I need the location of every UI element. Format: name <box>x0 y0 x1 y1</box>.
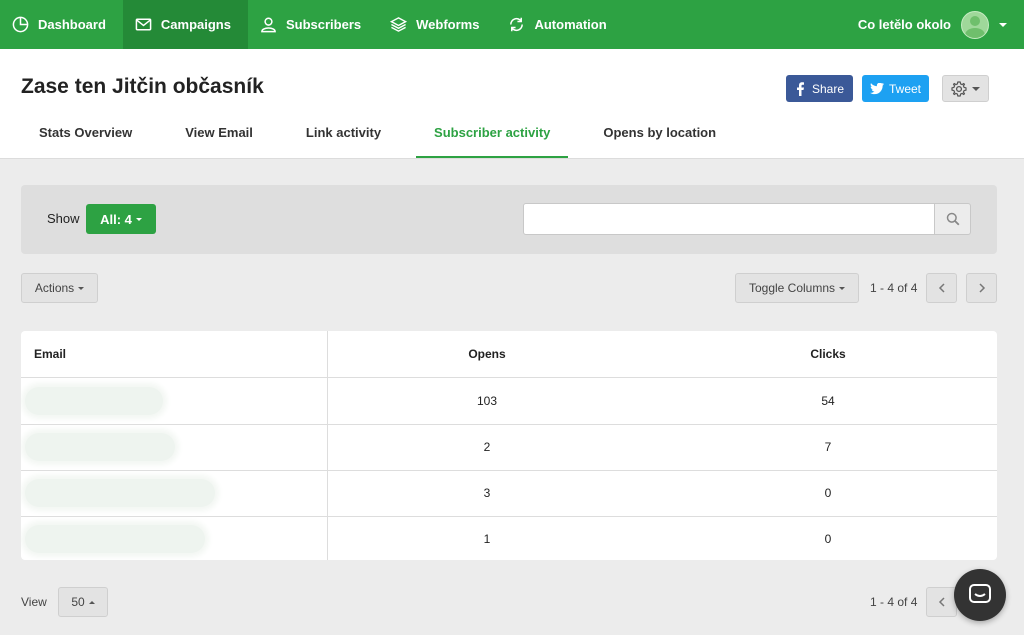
tweet-label: Tweet <box>888 81 921 96</box>
next-page-button[interactable] <box>966 273 997 303</box>
nav-subscribers[interactable]: Subscribers <box>248 0 378 49</box>
actions-dropdown[interactable]: Actions <box>21 273 98 303</box>
top-nav: Dashboard Campaigns Subscribers Webforms… <box>0 0 1024 49</box>
show-label: Show <box>47 211 80 226</box>
redacted-email <box>25 433 175 461</box>
tab-subscriber-activity[interactable]: Subscriber activity <box>416 115 569 158</box>
facebook-icon <box>796 81 804 96</box>
prev-page-button[interactable] <box>926 587 957 617</box>
nav-webforms[interactable]: Webforms <box>378 0 496 49</box>
share-label: Share <box>811 81 845 96</box>
nav-label: Webforms <box>416 17 480 32</box>
toggle-columns-label: Toggle Columns <box>748 281 836 295</box>
chevron-left-icon <box>938 597 945 607</box>
envelope-icon <box>135 18 152 31</box>
tweet-button[interactable]: Tweet <box>862 75 929 102</box>
redacted-email <box>25 387 163 415</box>
pie-chart-icon <box>12 16 29 33</box>
clicks-cell: 0 <box>824 486 832 500</box>
chevron-down-icon <box>839 286 846 290</box>
gear-icon <box>951 80 967 97</box>
nav-campaigns[interactable]: Campaigns <box>122 0 248 49</box>
pagination-info: 1 - 4 of 4 <box>870 595 918 609</box>
opens-cell: 103 <box>476 394 498 408</box>
table-row[interactable]: 103 54 <box>21 378 997 425</box>
nav-label: Dashboard <box>38 17 106 32</box>
nav-automation[interactable]: Automation <box>496 0 623 49</box>
avatar <box>961 10 989 39</box>
chevron-left-icon <box>938 283 945 293</box>
show-filter-dropdown[interactable]: All: 4 <box>86 204 156 234</box>
layers-icon <box>390 17 408 32</box>
column-header-email[interactable]: Email <box>21 331 328 377</box>
tab-stats-overview[interactable]: Stats Overview <box>21 115 150 158</box>
user-icon <box>261 17 276 33</box>
tab-bar: Stats Overview View Email Link activity … <box>21 115 751 158</box>
email-cell-redacted <box>21 378 328 424</box>
share-button[interactable]: Share <box>786 75 853 102</box>
search-icon <box>946 212 959 226</box>
twitter-icon <box>870 82 884 94</box>
page-title: Zase ten Jitčin občasník <box>21 75 264 98</box>
table-header-row: Email Opens Clicks <box>21 331 997 378</box>
column-header-clicks[interactable]: Clicks <box>645 331 997 377</box>
campaign-header: Zase ten Jitčin občasník Share Tweet Sta… <box>0 49 1024 159</box>
clicks-cell: 0 <box>824 532 832 546</box>
redacted-email <box>25 479 215 507</box>
pagination-info: 1 - 4 of 4 <box>870 281 918 295</box>
tab-opens-by-location[interactable]: Opens by location <box>585 115 734 158</box>
tab-link-activity[interactable]: Link activity <box>288 115 399 158</box>
column-header-opens[interactable]: Opens <box>329 331 645 377</box>
email-cell-redacted <box>21 424 328 470</box>
table-row[interactable]: 3 0 <box>21 470 997 517</box>
opens-cell: 3 <box>483 486 491 500</box>
nav-label: Campaigns <box>160 17 231 32</box>
refresh-icon <box>510 17 524 32</box>
user-menu[interactable]: Co letělo okolo <box>858 0 1007 49</box>
filter-value: All: 4 <box>100 211 132 227</box>
opens-cell: 2 <box>483 440 491 454</box>
table-row[interactable]: 2 7 <box>21 424 997 471</box>
search-input[interactable] <box>523 203 935 235</box>
chevron-down-icon <box>999 22 1007 27</box>
email-cell-redacted <box>21 470 328 516</box>
chevron-right-icon <box>978 283 985 293</box>
clicks-cell: 54 <box>821 394 835 408</box>
table-row[interactable]: 1 0 <box>21 516 997 560</box>
chat-icon <box>969 584 991 603</box>
email-cell-redacted <box>21 516 328 560</box>
nav-label: Automation <box>534 17 607 32</box>
chevron-down-icon <box>972 86 980 91</box>
chevron-down-icon <box>135 217 142 221</box>
actions-label: Actions <box>34 281 75 295</box>
chat-launcher-button[interactable] <box>954 569 1006 621</box>
per-page-dropdown[interactable]: 50 <box>58 587 108 617</box>
chevron-up-icon <box>88 600 95 604</box>
clicks-cell: 7 <box>824 440 832 454</box>
user-name: Co letělo okolo <box>857 17 951 32</box>
nav-label: Subscribers <box>285 17 362 32</box>
toggle-columns-dropdown[interactable]: Toggle Columns <box>735 273 859 303</box>
redacted-email <box>25 525 205 553</box>
tab-view-email[interactable]: View Email <box>167 115 271 158</box>
subscriber-table: Email Opens Clicks 103 54 2 7 3 0 1 0 <box>21 331 997 560</box>
filter-bar: Show All: 4 <box>21 185 997 254</box>
view-label: View <box>21 595 47 609</box>
opens-cell: 1 <box>483 532 491 546</box>
settings-button[interactable] <box>942 75 989 102</box>
per-page-value: 50 <box>71 595 85 609</box>
nav-dashboard[interactable]: Dashboard <box>0 0 123 49</box>
search-button[interactable] <box>934 203 971 235</box>
chevron-down-icon <box>78 286 85 290</box>
prev-page-button[interactable] <box>926 273 957 303</box>
